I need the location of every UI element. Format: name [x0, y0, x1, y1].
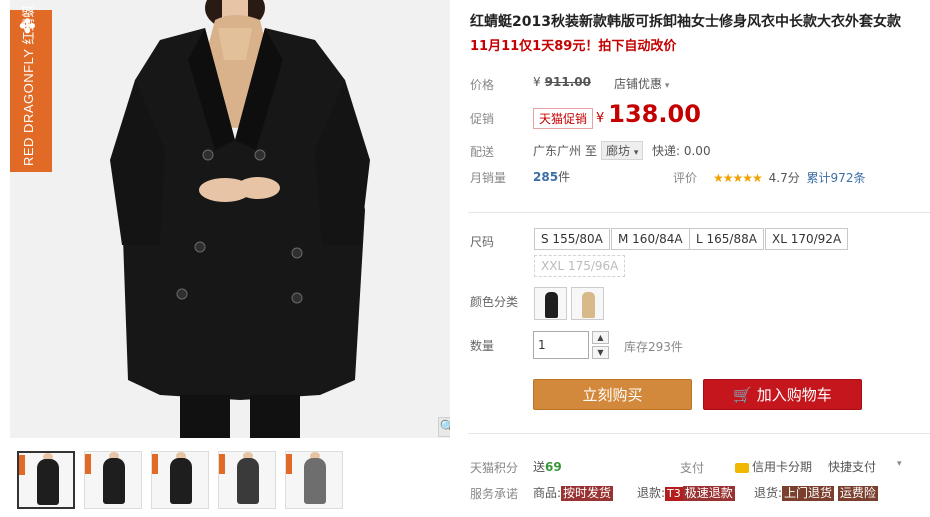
monthly-sales-count: 285 — [533, 170, 559, 184]
promo-price-value: 138.00 — [608, 100, 701, 128]
ship-to-word: 至 — [585, 144, 598, 158]
quantity-input[interactable] — [533, 331, 589, 359]
fast-refund-badge[interactable]: 极速退款 — [682, 486, 735, 501]
rating-label: 评价 — [673, 171, 698, 185]
rating-score: 4.7分 — [768, 171, 800, 185]
divider — [468, 212, 930, 213]
monthly-sales: 285件 — [533, 168, 570, 185]
promo-price: ¥138.00 — [590, 100, 701, 128]
currency-symbol: ¥ — [533, 75, 541, 89]
size-option-xxl[interactable]: XXL 175/96A — [534, 255, 626, 277]
model-photo — [10, 0, 450, 438]
product-title: 红蜻蜓2013秋装新款韩版可拆卸袖女士修身风衣中长款大衣外套女款 — [470, 14, 901, 30]
credit-card-icon — [735, 462, 749, 473]
ship-from: 广东广州 — [533, 144, 582, 158]
thumbnail-4[interactable] — [218, 451, 276, 509]
service-return: 退货: 上门退货 运费险 — [754, 484, 878, 501]
decrease-quantity-button[interactable]: ▼ — [592, 346, 609, 359]
store-discount-dropdown[interactable]: 店铺优惠 ▾ — [614, 75, 669, 92]
points-amount: 69 — [545, 460, 562, 474]
divider — [468, 433, 930, 434]
return-label: 退货: — [754, 486, 783, 500]
price-label: 价格 — [470, 78, 495, 92]
destination-select[interactable]: 廊坊 ▾ — [601, 141, 644, 160]
points-give: 送 — [533, 460, 546, 474]
tmall-promo-badge: 天猫促销 — [533, 108, 594, 129]
rating-stars: ★★★★★ 4.7分 累计972条 — [713, 169, 865, 186]
add-to-cart-label: 加入购物车 — [756, 386, 832, 404]
promo-label: 促销 — [470, 112, 495, 126]
original-price: ¥911.00 — [533, 75, 591, 89]
thumbnail-5[interactable] — [285, 451, 343, 509]
points-value: 送69 — [533, 458, 562, 475]
service-goods: 商品: 按时发货 — [533, 484, 614, 501]
shipping-label: 配送 — [470, 145, 495, 159]
home-pickup-badge[interactable]: 上门退货 — [782, 486, 835, 501]
stock-count: 库存293件 — [624, 340, 683, 354]
size-label: 尺码 — [470, 235, 495, 249]
cart-icon: 🛒 — [733, 386, 752, 404]
thumbnail-3[interactable] — [151, 451, 209, 509]
color-swatch-black[interactable] — [534, 287, 567, 320]
goods-label: 商品: — [533, 486, 562, 500]
quick-pay[interactable]: 快捷支付 — [828, 458, 876, 475]
t3-badge: T3 — [665, 487, 683, 501]
store-discount-label: 店铺优惠 — [614, 77, 663, 91]
size-option-l[interactable]: L 165/88A — [689, 228, 764, 250]
payment-label: 支付 — [680, 461, 705, 475]
buy-now-button[interactable]: 立刻购买 — [533, 379, 692, 410]
promo-badge: 天猫促销 — [533, 108, 594, 129]
add-to-cart-button[interactable]: 🛒 加入购物车 — [703, 379, 862, 410]
color-label: 颜色分类 — [470, 295, 519, 309]
thumbnail-2[interactable] — [84, 451, 142, 509]
thumbnail-1[interactable] — [17, 451, 75, 509]
monthly-sales-label: 月销量 — [470, 171, 507, 185]
size-option-m[interactable]: M 160/84A — [611, 228, 690, 250]
color-swatch-camel[interactable] — [571, 287, 604, 320]
brand-label: RED DRAGONFLY 红蜻蜓 — [21, 4, 36, 166]
points-label: 天猫积分 — [470, 461, 519, 475]
shipping-insurance-badge[interactable]: 运费险 — [837, 486, 878, 501]
chevron-down-icon: ▾ — [633, 148, 639, 158]
brand-tag: ✤ RED DRAGONFLY 红蜻蜓 — [10, 4, 52, 172]
reviews-link[interactable]: 累计972条 — [807, 171, 866, 185]
service-refund: 退款: T3 极速退款 — [637, 484, 735, 501]
size-option-s[interactable]: S 155/80A — [534, 228, 610, 250]
chevron-down-icon: ▾ — [662, 81, 670, 91]
destination-city: 廊坊 — [606, 144, 631, 158]
ontime-delivery-badge[interactable]: 按时发货 — [561, 486, 614, 501]
promo-currency: ¥ — [596, 111, 605, 126]
magnifier-icon[interactable]: 🔍 — [438, 417, 450, 437]
product-subtitle: 11月11仅1天89元！拍下自动改价 — [470, 39, 677, 54]
increase-quantity-button[interactable]: ▲ — [592, 331, 609, 344]
size-option-xl[interactable]: XL 170/92A — [765, 228, 849, 250]
express-fee: 快递: 0.00 — [652, 144, 711, 158]
coat-thumbnail — [582, 292, 595, 318]
original-price-value: 911.00 — [544, 75, 591, 89]
credit-installment[interactable]: 信用卡分期 — [735, 458, 812, 475]
chevron-down-icon[interactable]: ▾ — [897, 459, 902, 469]
star-icon: ★★★★★ — [713, 171, 763, 185]
coat-thumbnail — [545, 292, 558, 318]
refund-label: 退款: — [637, 486, 666, 500]
service-label: 服务承诺 — [470, 487, 519, 501]
credit-installment-label: 信用卡分期 — [752, 460, 813, 474]
quantity-label: 数量 — [470, 339, 495, 353]
product-main-image[interactable]: ✤ RED DRAGONFLY 红蜻蜓 🔍 — [10, 0, 450, 438]
monthly-sales-unit: 件 — [558, 170, 571, 184]
